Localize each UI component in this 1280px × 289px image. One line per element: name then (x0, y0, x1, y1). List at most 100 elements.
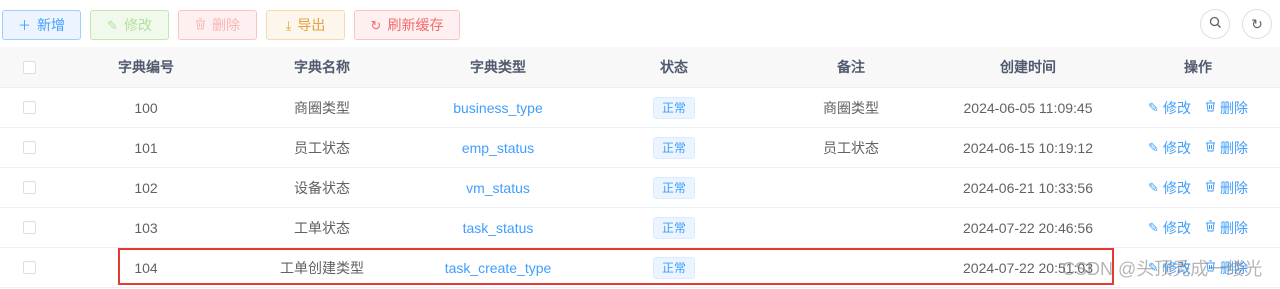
export-button[interactable]: ⤓ 导出 (266, 10, 345, 40)
status-badge: 正常 (652, 96, 695, 119)
table-row: 103 工单状态 task_status 正常 2024-07-22 20:46… (0, 208, 1280, 248)
cell-remark: 员工状态 (823, 139, 879, 156)
row-checkbox[interactable] (22, 141, 36, 154)
cell-actions: ✎ 修改 删除 (1116, 168, 1280, 207)
cell-name: 工单创建类型 (280, 259, 364, 276)
cell-created: 2024-06-15 10:19:12 (963, 139, 1093, 156)
refresh-icon: ↻ (1251, 15, 1263, 32)
table-row: 102 设备状态 vm_status 正常 2024-06-21 10:33:5… (0, 168, 1280, 208)
header-type: 字典类型 (470, 59, 526, 75)
cell-code: 103 (134, 219, 158, 236)
cell-code: 100 (134, 99, 158, 116)
row-checkbox-cell (0, 168, 58, 207)
row-edit-button[interactable]: ✎ 修改 (1148, 138, 1191, 158)
add-button[interactable]: ＋ 新增 (2, 10, 81, 40)
status-badge: 正常 (652, 136, 695, 159)
cell-status: 正常 (586, 208, 762, 247)
refresh-cache-button[interactable]: ↻ 刷新缓存 (354, 10, 460, 40)
table-row: 101 员工状态 emp_status 正常 员工状态 2024-06-15 1… (0, 128, 1280, 168)
dict-type-link[interactable]: emp_status (462, 140, 534, 156)
cell-name: 设备状态 (294, 179, 350, 196)
export-button-label: 导出 (297, 17, 326, 33)
cell-actions: ✎ 修改 删除 (1116, 208, 1280, 247)
row-delete-label: 删除 (1219, 99, 1248, 116)
row-edit-label: 修改 (1162, 219, 1191, 236)
search-toggle-button[interactable] (1200, 9, 1230, 39)
cell-status: 正常 (586, 168, 762, 207)
row-delete-button[interactable]: 删除 (1205, 138, 1248, 158)
add-button-label: 新增 (37, 17, 65, 33)
header-name: 字典名称 (294, 59, 350, 75)
cell-type: task_create_type (410, 248, 586, 287)
delete-button[interactable]: 删除 (178, 10, 257, 40)
dict-type-link[interactable]: task_create_type (445, 260, 552, 276)
row-checkbox-cell (0, 248, 58, 287)
row-checkbox[interactable] (22, 261, 36, 274)
download-icon: ⤓ (285, 17, 292, 33)
row-checkbox[interactable] (22, 181, 36, 194)
status-badge: 正常 (652, 176, 695, 199)
trash-icon (195, 18, 206, 32)
cell-created: 2024-06-21 10:33:56 (963, 179, 1093, 196)
cell-created: 2024-07-22 20:46:56 (963, 219, 1093, 236)
row-checkbox-cell (0, 208, 58, 247)
cell-name: 员工状态 (294, 139, 350, 156)
row-checkbox[interactable] (22, 221, 36, 234)
select-all-cell (0, 47, 58, 87)
edit-icon: ✎ (1148, 99, 1159, 115)
row-checkbox[interactable] (22, 101, 36, 114)
row-edit-button[interactable]: ✎ 修改 (1148, 98, 1191, 118)
edit-button-label: 修改 (123, 17, 152, 33)
cell-remark (762, 208, 940, 247)
refresh-cache-button-label: 刷新缓存 (387, 17, 444, 33)
row-delete-label: 删除 (1219, 139, 1248, 156)
trash-icon (1205, 220, 1216, 235)
cell-type: vm_status (410, 168, 586, 207)
row-checkbox-cell (0, 88, 58, 127)
cell-remark: 商圈类型 (823, 99, 879, 116)
cell-created: 2024-06-05 11:09:45 (963, 99, 1093, 116)
row-edit-label: 修改 (1162, 139, 1191, 156)
select-all-checkbox[interactable] (22, 60, 36, 74)
cell-code: 102 (134, 179, 158, 196)
cell-status: 正常 (586, 248, 762, 287)
cell-status: 正常 (586, 128, 762, 167)
dict-type-link[interactable]: task_status (463, 220, 534, 236)
edit-icon: ✎ (107, 17, 118, 33)
cell-type: emp_status (410, 128, 586, 167)
row-delete-button[interactable]: 删除 (1205, 178, 1248, 198)
delete-button-label: 删除 (212, 17, 240, 33)
header-code: 字典编号 (118, 59, 174, 75)
watermark: CSDN @头顶秃成一缕光 (1062, 259, 1263, 279)
cell-remark (762, 168, 940, 207)
cell-actions: ✎ 修改 删除 (1116, 128, 1280, 167)
status-badge: 正常 (652, 216, 695, 239)
header-actions: 操作 (1184, 59, 1212, 75)
row-delete-button[interactable]: 删除 (1205, 218, 1248, 238)
header-created: 创建时间 (1000, 59, 1056, 75)
dict-type-link[interactable]: business_type (453, 100, 543, 116)
plus-icon: ＋ (17, 17, 31, 33)
toolbar: ＋ 新增 ✎ 修改 删除 ⤓ 导出 ↻ 刷新缓存 ↻ (0, 0, 1280, 48)
dict-type-link[interactable]: vm_status (466, 180, 530, 196)
status-badge: 正常 (652, 256, 695, 279)
cell-name: 商圈类型 (294, 99, 350, 116)
row-delete-button[interactable]: 删除 (1205, 98, 1248, 118)
trash-icon (1205, 140, 1216, 155)
row-edit-label: 修改 (1162, 99, 1191, 116)
cell-name: 工单状态 (294, 219, 350, 236)
edit-icon: ✎ (1148, 179, 1159, 195)
row-edit-button[interactable]: ✎ 修改 (1148, 178, 1191, 198)
row-checkbox-cell (0, 128, 58, 167)
edit-icon: ✎ (1148, 219, 1159, 235)
refresh-table-button[interactable]: ↻ (1242, 9, 1272, 39)
header-remark: 备注 (837, 59, 865, 75)
edit-button[interactable]: ✎ 修改 (90, 10, 169, 40)
row-delete-label: 删除 (1219, 219, 1248, 236)
cell-type: task_status (410, 208, 586, 247)
refresh-icon: ↻ (370, 17, 382, 33)
dict-table: 字典编号 字典名称 字典类型 状态 备注 创建时间 操作 100 商圈类型 bu… (0, 47, 1280, 288)
row-edit-button[interactable]: ✎ 修改 (1148, 218, 1191, 238)
table-row: 100 商圈类型 business_type 正常 商圈类型 2024-06-0… (0, 88, 1280, 128)
header-status: 状态 (660, 59, 688, 75)
